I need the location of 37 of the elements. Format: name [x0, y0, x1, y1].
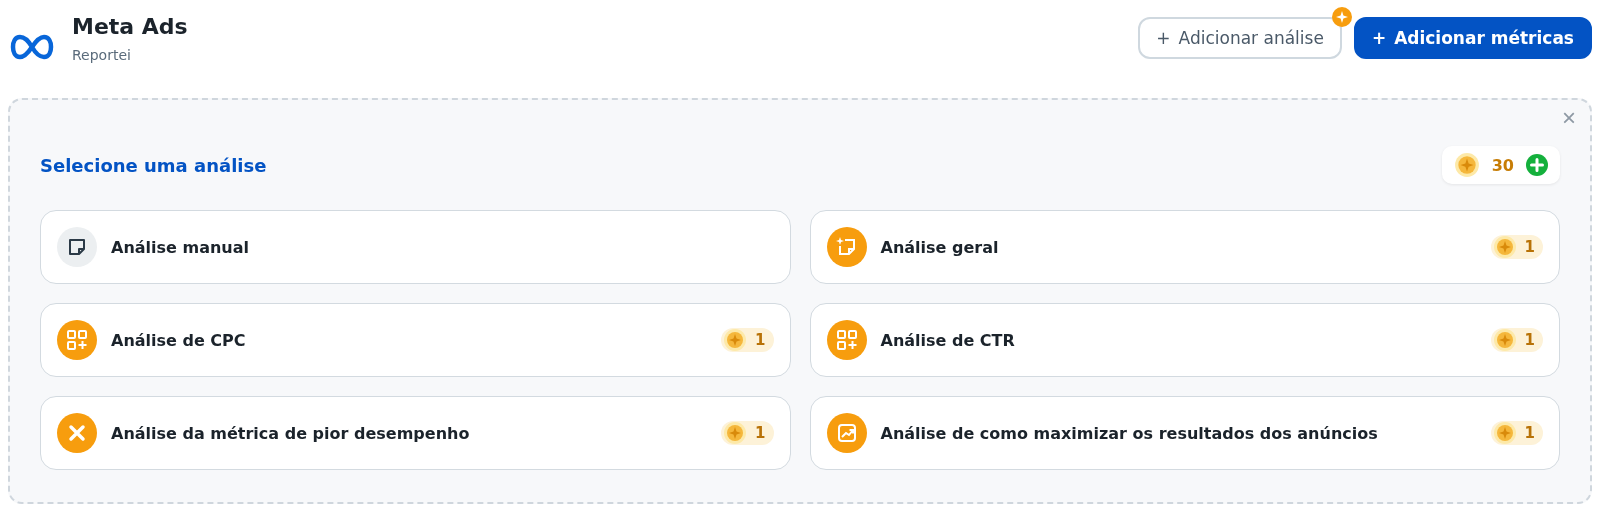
analysis-option[interactable]: Análise de CTR 1 [809, 303, 1560, 377]
trend-chart-icon [826, 413, 867, 453]
app-subtitle: Reportei [72, 47, 132, 63]
option-label: Análise da métrica de pior desempenho [111, 423, 471, 443]
analysis-option[interactable]: Análise de CPC 1 [40, 303, 791, 377]
option-label: Análise manual [111, 237, 250, 257]
credits-count: 30 [1491, 155, 1514, 175]
cost-value: 1 [1524, 331, 1535, 349]
coin-icon [723, 421, 748, 445]
cost-value: 1 [755, 424, 766, 442]
panel-title: Selecione uma análise [40, 154, 267, 176]
coin-icon [1492, 328, 1517, 352]
cost-value: 1 [1524, 238, 1535, 256]
coin-icon [1453, 152, 1480, 178]
cost-value: 1 [755, 331, 766, 349]
cost-value: 1 [1524, 424, 1535, 442]
note-icon [57, 227, 97, 267]
option-label: Análise geral [880, 237, 1000, 257]
option-label: Análise de como maximizar os resultados dos anúncios [880, 423, 1379, 443]
sparkle-note-icon [826, 227, 867, 267]
infinity-logo-icon [10, 34, 54, 60]
analysis-option[interactable]: Análise geral 1 [809, 210, 1560, 284]
coin-icon [1492, 235, 1517, 259]
coin-icon [1492, 421, 1517, 445]
app-title: Meta Ads [72, 14, 188, 39]
add-credits-icon[interactable] [1526, 154, 1548, 176]
analysis-option[interactable]: Análise de como maximizar os resultados dos anúncios 1 [809, 396, 1560, 470]
option-label: Análise de CPC [111, 330, 247, 350]
add-metrics-button[interactable]: + Adicionar métricas [1353, 17, 1592, 59]
coin-icon [723, 328, 748, 352]
add-analysis-button[interactable]: + Adicionar análise [1138, 17, 1342, 59]
option-label: Análise de CTR [880, 330, 1016, 350]
analysis-option[interactable]: Análise da métrica de pior desempenho 1 [40, 396, 791, 470]
qr-grid-icon [57, 320, 97, 360]
qr-grid-icon [826, 320, 867, 360]
analysis-option[interactable]: Análise manual [40, 210, 791, 284]
close-circle-icon [57, 413, 97, 453]
